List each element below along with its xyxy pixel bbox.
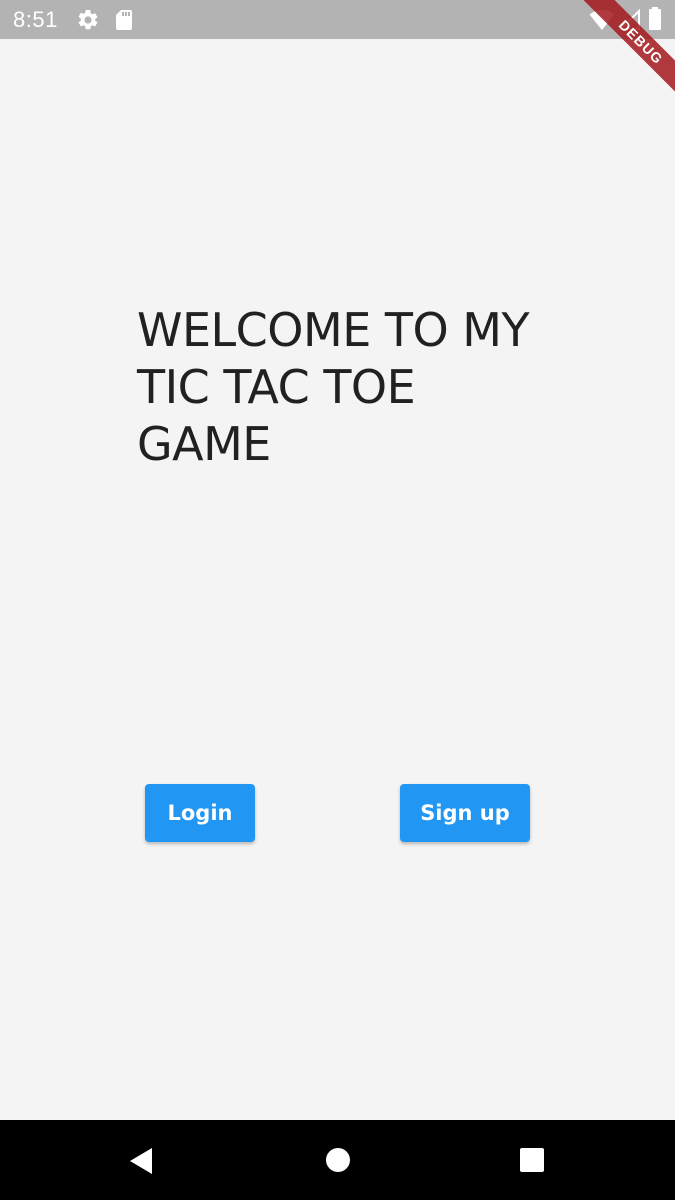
signup-button[interactable]: Sign up bbox=[400, 784, 530, 842]
home-icon[interactable] bbox=[325, 1147, 351, 1178]
navigation-bar bbox=[0, 1120, 675, 1200]
login-button[interactable]: Login bbox=[145, 784, 255, 842]
status-bar: 8:51 bbox=[0, 0, 675, 39]
welcome-title-line-1: WELCOME TO MY bbox=[137, 303, 530, 357]
welcome-title-line-2: TIC TAC TOE bbox=[137, 360, 416, 414]
gear-icon bbox=[76, 8, 100, 37]
welcome-title-line-3: GAME bbox=[137, 417, 271, 471]
signal-icon bbox=[618, 8, 641, 36]
main-content: WELCOME TO MY TIC TAC TOE GAME Login Sig… bbox=[0, 39, 675, 1120]
recent-apps-icon[interactable] bbox=[519, 1147, 545, 1178]
battery-icon bbox=[648, 7, 662, 36]
sdcard-icon bbox=[114, 8, 134, 37]
welcome-title: WELCOME TO MY TIC TAC TOE GAME bbox=[137, 302, 557, 473]
status-time: 8:51 bbox=[13, 7, 58, 32]
back-icon[interactable] bbox=[128, 1147, 154, 1180]
wifi-icon bbox=[589, 9, 615, 36]
